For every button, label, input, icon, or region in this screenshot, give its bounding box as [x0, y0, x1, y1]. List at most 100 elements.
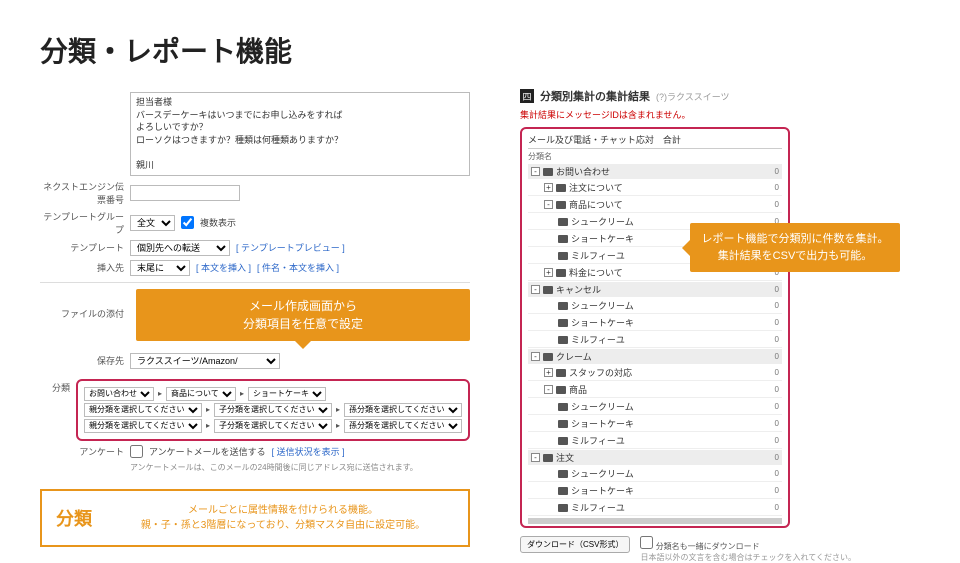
tree-toggle-icon[interactable]: - — [531, 167, 540, 176]
tree-row[interactable]: -キャンセル0 — [528, 282, 782, 297]
template-label: テンプレート — [40, 241, 124, 254]
report-scrollbar[interactable] — [528, 518, 782, 524]
tree-toggle-icon[interactable]: - — [531, 285, 540, 294]
report-logo-icon: 四 — [520, 89, 534, 103]
tree-toggle-icon[interactable]: + — [544, 183, 553, 192]
tree-row-label: ショートケーキ — [571, 232, 634, 245]
savefirst-select[interactable]: ラクススイーツ/Amazon/ — [130, 353, 280, 369]
tree-toggle-icon[interactable]: - — [544, 385, 553, 394]
tree-row-label: 料金について — [569, 266, 623, 279]
insert-label: 挿入先 — [40, 261, 124, 274]
tree-row[interactable]: ミルフィーユ0 — [528, 500, 782, 516]
class-r1-parent[interactable]: お問い合わせ — [84, 387, 154, 401]
folder-icon — [556, 369, 566, 377]
tree-row-label: スタッフの対応 — [569, 366, 632, 379]
tree-row[interactable]: -注文0 — [528, 450, 782, 465]
tree-row[interactable]: +スタッフの対応0 — [528, 365, 782, 381]
folder-icon — [558, 336, 568, 344]
folder-icon — [558, 235, 568, 243]
tmplgroup-multi-label: 複数表示 — [200, 216, 236, 229]
folder-icon — [543, 454, 553, 462]
report-tabs-head: メール及び電話・チャット応対 合計 — [528, 133, 782, 149]
report-warn: 集計結果にメッセージIDは含まれません。 — [520, 108, 890, 121]
classification-explain: 分類 メールごとに属性情報を付けられる機能。 親・子・孫と3階層になっており、分… — [40, 489, 470, 547]
folder-icon — [556, 269, 566, 277]
tree-row-count: 0 — [775, 385, 779, 394]
tmplgroup-multi-check[interactable] — [181, 216, 194, 229]
tree-row[interactable]: シュークリーム0 — [528, 298, 782, 314]
tree-row[interactable]: +注文について0 — [528, 180, 782, 196]
tree-row-label: シュークリーム — [571, 299, 634, 312]
tree-toggle-icon[interactable]: + — [544, 368, 553, 377]
insert-body-link[interactable]: [ 本文を挿入 ] — [196, 261, 251, 274]
folder-icon — [558, 302, 568, 310]
tree-row[interactable]: -お問い合わせ0 — [528, 164, 782, 179]
survey-check[interactable] — [130, 445, 143, 458]
download-name-check[interactable] — [640, 536, 653, 549]
body-textarea[interactable]: 担当者様 バースデーケーキはいつまでにお申し込みをすれば よろしいですか？ ロー… — [130, 92, 470, 176]
file-label: ファイルの添付 — [40, 289, 124, 320]
download-note: 日本語以外の文言を含む場合はチェックを入れてください。 — [640, 553, 856, 562]
tree-row[interactable]: ショートケーキ0 — [528, 416, 782, 432]
insert-subjbody-link[interactable]: [ 件名・本文を挿入 ] — [257, 261, 339, 274]
report-col-head: 分類名 — [528, 151, 782, 162]
tree-row[interactable]: ショートケーキ0 — [528, 483, 782, 499]
tree-row[interactable]: ショートケーキ 0 — [528, 315, 782, 331]
survey-status-link[interactable]: [ 送信状況を表示 ] — [272, 445, 345, 458]
survey-label: アンケート — [40, 445, 124, 458]
tree-row-label: ショートケーキ — [571, 417, 634, 430]
folder-icon — [558, 218, 568, 226]
tree-row-label: 注文 — [556, 451, 574, 464]
tree-row[interactable]: -商品について0 — [528, 197, 782, 213]
tree-row[interactable]: -クレーム0 — [528, 349, 782, 364]
folder-icon — [556, 386, 566, 394]
template-select[interactable]: 個別先への転送 — [130, 240, 230, 256]
tree-row-label: ミルフィーユ — [571, 333, 625, 346]
compose-panel: 担当者様 バースデーケーキはいつまでにお申し込みをすれば よろしいですか？ ロー… — [40, 88, 470, 563]
tree-row-label: キャンセル — [556, 283, 601, 296]
tree-row[interactable]: シュークリーム0 — [528, 399, 782, 415]
callout-report-l1: レポート機能で分類別に件数を集計。 — [700, 231, 890, 248]
class-r3-child[interactable]: 子分類を選択してください — [214, 419, 332, 433]
insert-select[interactable]: 末尾に — [130, 260, 190, 276]
tree-row-label: ミルフィーユ — [571, 249, 625, 262]
tree-row-count: 0 — [775, 318, 779, 327]
tree-row-count: 0 — [775, 335, 779, 344]
class-r2-grand[interactable]: 孫分類を選択してください — [344, 403, 462, 417]
tree-row[interactable]: シュークリーム0 — [528, 466, 782, 482]
nextengine-input[interactable] — [130, 185, 240, 201]
class-r1-grand[interactable]: ショートケーキ — [248, 387, 326, 401]
tree-row-count: 0 — [775, 200, 779, 209]
report-panel: 四 分類別集計の集計結果 (?)ラクススイーツ 集計結果にメッセージIDは含まれ… — [520, 88, 890, 563]
tree-toggle-icon[interactable]: - — [531, 352, 540, 361]
callout-report: レポート機能で分類別に件数を集計。 集計結果をCSVで出力も可能。 — [690, 223, 900, 272]
class-r2-parent[interactable]: 親分類を選択してください — [84, 403, 202, 417]
tree-row[interactable]: ミルフィーユ0 — [528, 433, 782, 449]
download-csv-button[interactable]: ダウンロード（CSV形式） — [520, 536, 630, 553]
tree-row[interactable]: ミルフィーユ 0 — [528, 332, 782, 348]
survey-note: アンケートメールは、このメールの24時間後に同じアドレス宛に送信されます。 — [40, 462, 470, 473]
tree-row-label: ショートケーキ — [571, 316, 634, 329]
folder-icon — [558, 487, 568, 495]
page-title: 分類・レポート機能 — [0, 0, 960, 88]
tree-row[interactable]: -商品0 — [528, 382, 782, 398]
classification-desc-l1: メールごとに属性情報を付けられる機能。 — [112, 503, 454, 518]
callout-compose: メール作成画面から 分類項目を任意で設定 — [136, 289, 470, 341]
tree-row-label: シュークリーム — [571, 400, 634, 413]
class-label: 分類 — [40, 373, 70, 394]
tmplgroup-select[interactable]: 全文 — [130, 215, 175, 231]
tree-row-label: シュークリーム — [571, 215, 634, 228]
template-preview-link[interactable]: [ テンプレートプレビュー ] — [236, 241, 345, 254]
class-r1-child[interactable]: 商品について — [166, 387, 236, 401]
class-outline: お問い合わせ▸ 商品について▸ ショートケーキ 親分類を選択してください▸ 子分… — [76, 379, 470, 441]
class-r3-parent[interactable]: 親分類を選択してください — [84, 419, 202, 433]
folder-icon — [556, 184, 566, 192]
tree-toggle-icon[interactable]: - — [531, 453, 540, 462]
tree-toggle-icon[interactable]: + — [544, 268, 553, 277]
savefirst-label: 保存先 — [40, 354, 124, 367]
class-r3-grand[interactable]: 孫分類を選択してください — [344, 419, 462, 433]
class-r2-child[interactable]: 子分類を選択してください — [214, 403, 332, 417]
classification-title: 分類 — [56, 505, 92, 531]
tree-toggle-icon[interactable]: - — [544, 200, 553, 209]
survey-check-label: アンケートメールを送信する — [149, 445, 266, 458]
